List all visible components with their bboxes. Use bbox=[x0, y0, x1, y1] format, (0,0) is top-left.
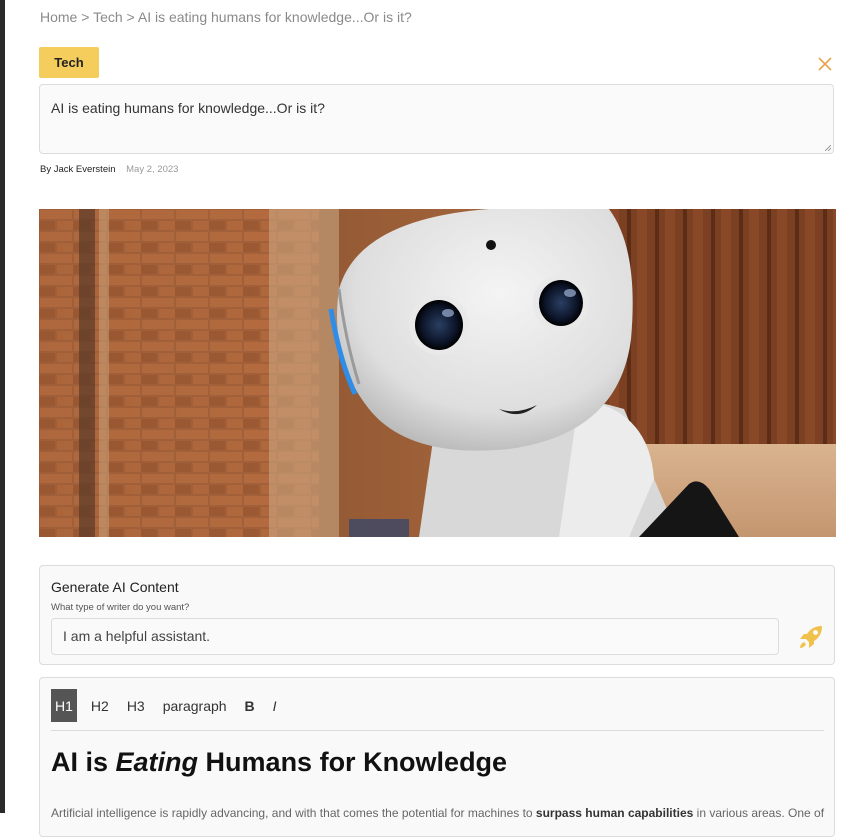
close-icon[interactable] bbox=[816, 55, 834, 73]
body-bold-text: surpass human capabilities bbox=[535, 806, 694, 820]
h2-button[interactable]: H2 bbox=[91, 689, 109, 722]
writer-type-input[interactable]: I am a helpful assistant. bbox=[51, 618, 779, 655]
window-edge bbox=[0, 0, 5, 813]
byline: By Jack Everstein May 2, 2023 bbox=[40, 164, 178, 175]
heading-text: AI is bbox=[51, 747, 116, 777]
breadcrumb-separator: > bbox=[126, 9, 135, 25]
h1-button[interactable]: H1 bbox=[51, 689, 77, 722]
breadcrumb: Home > Tech > AI is eating humans for kn… bbox=[40, 9, 412, 25]
h3-button[interactable]: H3 bbox=[127, 689, 145, 722]
hero-image bbox=[39, 209, 836, 537]
toolbar-divider bbox=[51, 730, 824, 731]
italic-button[interactable]: I bbox=[273, 689, 277, 722]
content-editor[interactable]: H1 H2 H3 paragraph B I AI is Eating Huma… bbox=[39, 677, 835, 837]
bold-button[interactable]: B bbox=[245, 689, 255, 722]
ai-panel-subtitle: What type of writer do you want? bbox=[51, 602, 190, 613]
rocket-icon[interactable] bbox=[796, 622, 826, 652]
breadcrumb-separator: > bbox=[81, 9, 90, 25]
article-body[interactable]: Artificial intelligence is rapidly advan… bbox=[51, 806, 824, 820]
editor-toolbar: H1 H2 H3 paragraph B I bbox=[51, 689, 295, 722]
breadcrumb-home[interactable]: Home bbox=[40, 9, 77, 25]
heading-italic-text: Eating bbox=[115, 747, 199, 777]
post-title-value: AI is eating humans for knowledge...Or i… bbox=[51, 100, 325, 116]
heading-text-end: Humans for Knowledge bbox=[198, 747, 508, 777]
author-name[interactable]: By Jack Everstein bbox=[40, 164, 116, 175]
ai-content-panel: Generate AI Content What type of writer … bbox=[39, 565, 835, 665]
post-title-field[interactable]: AI is eating humans for knowledge...Or i… bbox=[39, 84, 834, 154]
body-text-end: in various areas. One of bbox=[693, 806, 825, 820]
body-text: Artificial intelligence is rapidly advan… bbox=[51, 806, 536, 820]
breadcrumb-current: AI is eating humans for knowledge...Or i… bbox=[137, 9, 412, 25]
paragraph-button[interactable]: paragraph bbox=[163, 689, 227, 722]
article-heading[interactable]: AI is Eating Humans for Knowledge bbox=[51, 747, 507, 778]
category-badge[interactable]: Tech bbox=[39, 47, 99, 78]
ai-panel-title: Generate AI Content bbox=[51, 579, 179, 595]
resize-grip-icon[interactable] bbox=[825, 145, 831, 151]
post-date: May 2, 2023 bbox=[126, 164, 179, 175]
breadcrumb-category[interactable]: Tech bbox=[93, 9, 123, 25]
